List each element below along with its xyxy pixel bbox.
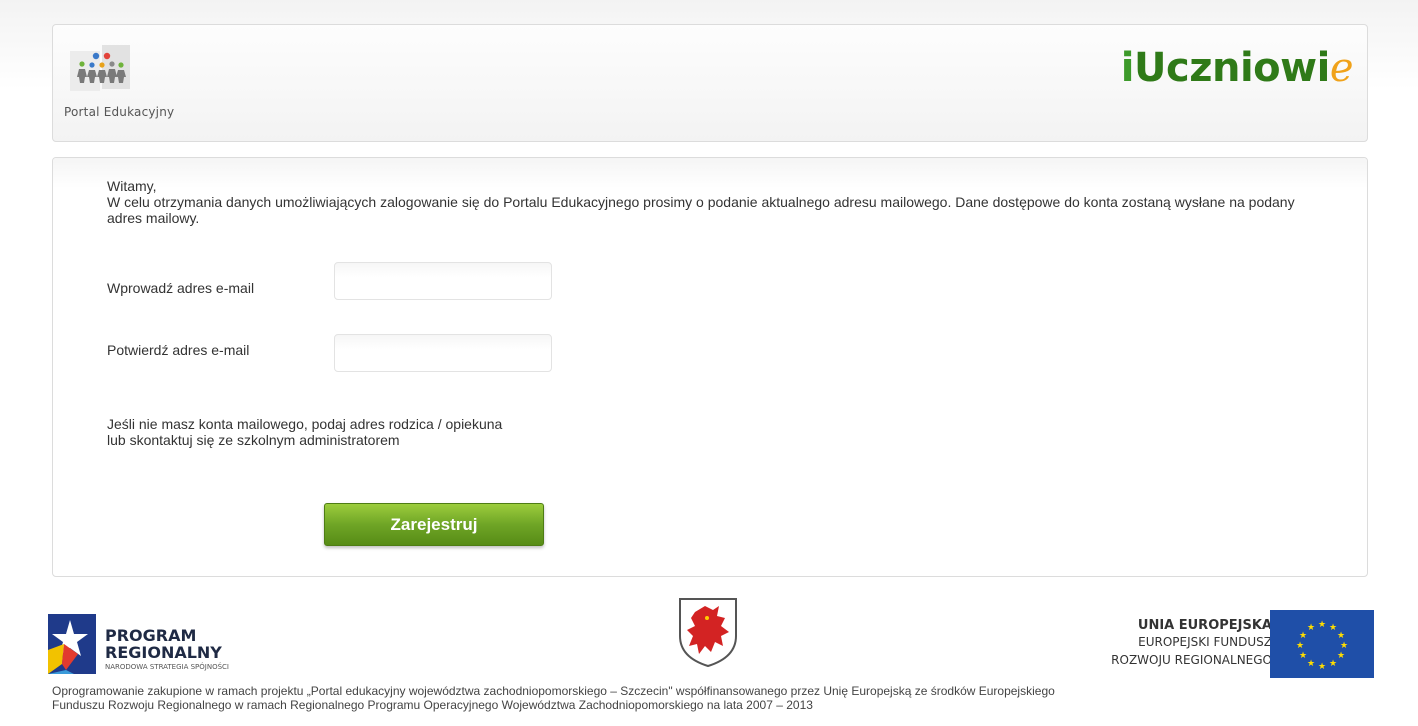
eu-title: UNIA EUROPEJSKA [1137,618,1272,633]
register-button[interactable]: Zarejestruj [324,503,544,546]
iuczniowie-logo-suffix: e [1329,45,1354,91]
svg-text:★: ★ [1318,662,1326,672]
zachodniopomorskie-coat-of-arms[interactable] [677,596,739,673]
intro-text: Witamy, W celu otrzymania danych umożliw… [107,178,1322,226]
program-regionalny-logo[interactable]: PROGRAM REGIONALNY NARODOWA STRATEGIA SP… [44,610,284,678]
griffin-coat-of-arms-icon [679,598,737,668]
registration-form: Witamy, W celu otrzymania danych umożliw… [52,157,1368,577]
no-email-hint: Jeśli nie masz konta mailowego, podaj ad… [107,416,502,448]
hint-line-1: Jeśli nie masz konta mailowego, podaj ad… [107,416,503,432]
intro-paragraph: W celu otrzymania danych umożliwiających… [107,194,1295,226]
svg-text:★: ★ [1329,659,1337,669]
svg-text:★: ★ [1307,623,1315,633]
disclaimer-line-1: Oprogramowanie zakupione w ramach projek… [52,684,1055,698]
greeting-text: Witamy, [107,178,157,194]
svg-text:★: ★ [1337,631,1345,641]
eu-flag-icon: ★ ★ ★ ★ ★ ★ ★ ★ ★ ★ ★ ★ [1270,610,1374,678]
svg-text:★: ★ [1296,641,1304,651]
program-regionalny-subtitle: NARODOWA STRATEGIA SPÓJNOŚCI [105,663,229,671]
confirm-email-field[interactable] [334,334,552,372]
svg-text:★: ★ [1299,631,1307,641]
eu-fund-line-2: ROZWOJU REGIONALNEGO [1111,653,1272,667]
svg-text:★: ★ [1340,641,1348,651]
email-field-label: Wprowadź adres e-mail [107,280,255,296]
iuczniowie-logo[interactable]: iUczniowie [1120,45,1354,91]
svg-text:★: ★ [1318,620,1326,630]
svg-text:★: ★ [1299,651,1307,661]
iuczniowie-logo-prefix: i [1120,45,1135,91]
portal-edukacyjny-logo-text: Portal Edukacyjny [64,105,175,119]
program-regionalny-star-icon [48,614,96,674]
email-field[interactable] [334,262,552,300]
footer-logos: PROGRAM REGIONALNY NARODOWA STRATEGIA SP… [0,590,1418,680]
disclaimer-line-2: Funduszu Rozwoju Regionalnego w ramach R… [52,698,813,712]
eu-fund-line-1: EUROPEJSKI FUNDUSZ [1138,635,1272,649]
eu-text-block: UNIA EUROPEJSKA EUROPEJSKI FUNDUSZ ROZWO… [1111,618,1272,669]
confirm-email-field-label: Potwierdź adres e-mail [107,342,250,358]
svg-text:★: ★ [1337,651,1345,661]
svg-text:★: ★ [1329,623,1337,633]
svg-text:★: ★ [1307,659,1315,669]
hint-line-2: lub skontaktuj się ze szkolnym administr… [107,432,400,448]
program-regionalny-title-2: REGIONALNY [105,643,222,662]
funding-disclaimer: Oprogramowanie zakupione w ramach projek… [52,684,1368,712]
portal-edukacyjny-logo[interactable]: Portal Edukacyjny [64,43,214,133]
site-header: Portal Edukacyjny iUczniowie [52,24,1368,142]
children-figures-icon [70,45,130,91]
iuczniowie-logo-main: Uczniowi [1134,45,1330,91]
eu-flag[interactable]: ★ ★ ★ ★ ★ ★ ★ ★ ★ ★ ★ ★ [1270,610,1374,683]
